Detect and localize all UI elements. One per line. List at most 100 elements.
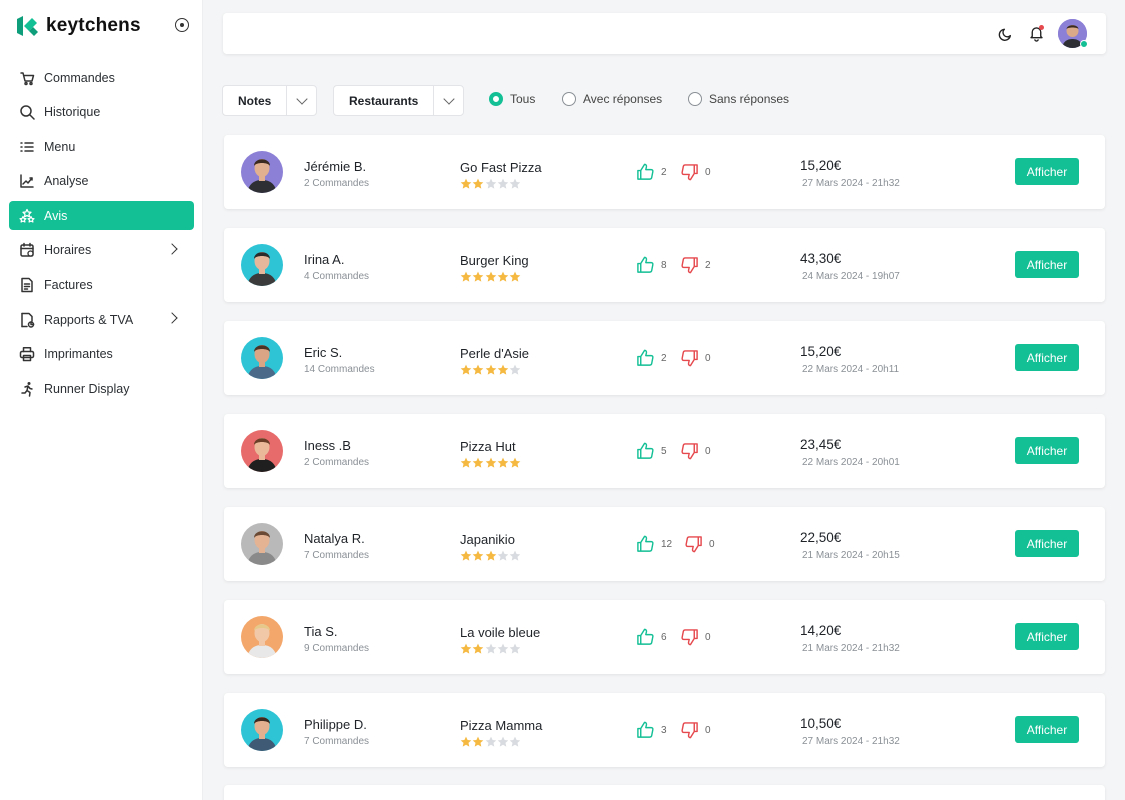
afficher-button[interactable]: Afficher bbox=[1015, 251, 1079, 278]
review-card: Eric S. 14 Commandes Perle d'Asie 2 0 15… bbox=[224, 321, 1105, 395]
star-filled-icon bbox=[497, 271, 509, 282]
thumbs-up-icon[interactable] bbox=[636, 720, 655, 739]
runner-icon bbox=[19, 381, 35, 397]
sidebar-item-factures[interactable]: Factures bbox=[9, 271, 194, 300]
sidebar-item-analyse[interactable]: Analyse bbox=[9, 167, 194, 196]
thumbs-down-icon[interactable] bbox=[680, 721, 699, 740]
customer-avatar bbox=[241, 709, 283, 751]
likes-count: 12 bbox=[661, 539, 673, 550]
online-status-dot bbox=[1080, 40, 1088, 48]
likes-count: 2 bbox=[661, 167, 667, 178]
brand-name: keytchens bbox=[46, 15, 141, 36]
notes-filter-label: Notes bbox=[238, 93, 272, 108]
restaurants-filter-select[interactable]: Restaurants bbox=[333, 85, 464, 116]
sidebar-item-runner-display[interactable]: Runner Display bbox=[9, 374, 194, 403]
select-divider bbox=[286, 86, 287, 115]
thumbs-down-icon[interactable] bbox=[680, 256, 699, 275]
notes-filter-select[interactable]: Notes bbox=[222, 85, 317, 116]
sidebar-nav: Commandes Historique Menu Analyse Avis Horair… bbox=[9, 63, 194, 409]
sidebar-item-avis[interactable]: Avis bbox=[9, 201, 194, 231]
sidebar-item-menu[interactable]: Menu bbox=[9, 132, 194, 161]
review-date: 21 Mars 2024 - 21h32 bbox=[802, 643, 900, 654]
list-icon bbox=[19, 139, 35, 155]
sidebar-item-horaires[interactable]: Horaires bbox=[9, 236, 194, 265]
customer-avatar bbox=[241, 523, 283, 565]
sidebar-item-historique[interactable]: Historique bbox=[9, 98, 194, 127]
restaurant-name: Go Fast Pizza bbox=[460, 160, 542, 175]
sidebar-item-label: Factures bbox=[44, 278, 93, 293]
radio-button[interactable] bbox=[562, 92, 576, 106]
rating-stars bbox=[460, 178, 521, 190]
star-empty-icon bbox=[509, 178, 521, 189]
radio-avec-reponses[interactable]: Avec réponses bbox=[562, 92, 662, 106]
star-empty-icon bbox=[497, 643, 509, 654]
customer-name: Philippe D. bbox=[304, 717, 367, 732]
restaurant-name: Perle d'Asie bbox=[460, 346, 529, 361]
radio-button[interactable] bbox=[688, 92, 702, 106]
sidebar-item-label: Menu bbox=[44, 139, 76, 154]
thumbs-up-icon[interactable] bbox=[636, 627, 655, 646]
printer-icon bbox=[19, 346, 35, 362]
likes-count: 3 bbox=[661, 725, 667, 736]
sidebar-item-rapports-tva[interactable]: Rapports & TVA bbox=[9, 305, 194, 334]
dislikes-count: 0 bbox=[705, 725, 711, 736]
customer-orders-count: 2 Commandes bbox=[304, 178, 370, 189]
restaurant-name: Pizza Mamma bbox=[460, 718, 543, 733]
star-filled-icon bbox=[485, 550, 496, 561]
stars-icon bbox=[19, 208, 35, 224]
thumbs-up-icon[interactable] bbox=[636, 162, 655, 181]
thumbs-up-icon[interactable] bbox=[636, 348, 655, 367]
sidebar-item-label: Horaires bbox=[44, 243, 92, 258]
afficher-button[interactable]: Afficher bbox=[1015, 623, 1079, 650]
customer-name: Irina A. bbox=[304, 252, 345, 267]
star-empty-icon bbox=[497, 736, 509, 747]
brand-logo-icon bbox=[17, 16, 38, 36]
afficher-button[interactable]: Afficher bbox=[1015, 437, 1079, 464]
order-price: 15,20€ bbox=[800, 344, 842, 359]
afficher-button[interactable]: Afficher bbox=[1015, 530, 1079, 557]
afficher-button[interactable]: Afficher bbox=[1015, 716, 1079, 743]
star-empty-icon bbox=[497, 550, 509, 561]
sidebar-item-label: Imprimantes bbox=[44, 347, 113, 362]
thumbs-down-icon[interactable] bbox=[684, 535, 703, 554]
dislikes-count: 0 bbox=[705, 167, 711, 178]
thumbs-up-icon[interactable] bbox=[636, 441, 655, 460]
customer-avatar bbox=[241, 151, 283, 193]
customer-name: Natalya R. bbox=[304, 531, 365, 546]
thumbs-down-icon[interactable] bbox=[680, 442, 699, 461]
top-bar bbox=[223, 13, 1106, 54]
review-date: 24 Mars 2024 - 19h07 bbox=[802, 271, 900, 282]
rating-stars bbox=[460, 271, 521, 283]
afficher-button[interactable]: Afficher bbox=[1015, 344, 1079, 371]
sidebar-item-commandes[interactable]: Commandes bbox=[9, 63, 194, 92]
analytics-icon bbox=[19, 173, 35, 189]
radio-tous[interactable]: Tous bbox=[489, 92, 535, 106]
thumbs-down-icon[interactable] bbox=[680, 163, 699, 182]
customer-name: Eric S. bbox=[304, 345, 343, 360]
sidebar-item-label: Rapports & TVA bbox=[44, 312, 134, 327]
rating-stars bbox=[460, 364, 521, 376]
chevron-right-icon bbox=[166, 312, 178, 324]
star-filled-icon bbox=[485, 364, 496, 375]
radio-button[interactable] bbox=[489, 92, 503, 106]
thumbs-up-icon[interactable] bbox=[636, 534, 655, 553]
radio-sans-reponses[interactable]: Sans réponses bbox=[688, 92, 789, 106]
invoice-icon bbox=[19, 277, 35, 293]
brand[interactable]: keytchens bbox=[14, 13, 141, 39]
chevron-right-icon bbox=[166, 243, 178, 255]
radio-label: Tous bbox=[510, 92, 536, 106]
chevron-down-icon bbox=[443, 93, 455, 105]
likes-count: 2 bbox=[661, 353, 667, 364]
restaurant-name: La voile bleue bbox=[460, 625, 541, 640]
thumbs-down-icon[interactable] bbox=[680, 628, 699, 647]
customer-orders-count: 4 Commandes bbox=[304, 271, 370, 282]
afficher-button[interactable]: Afficher bbox=[1015, 158, 1079, 185]
collapse-sidebar-icon[interactable] bbox=[175, 18, 189, 32]
thumbs-down-icon[interactable] bbox=[680, 349, 699, 368]
order-price: 14,20€ bbox=[800, 623, 842, 638]
sidebar-item-label: Runner Display bbox=[44, 381, 130, 396]
moon-icon[interactable] bbox=[998, 25, 1015, 42]
select-divider bbox=[433, 86, 434, 115]
sidebar-item-imprimantes[interactable]: Imprimantes bbox=[9, 340, 194, 369]
thumbs-up-icon[interactable] bbox=[636, 255, 655, 274]
